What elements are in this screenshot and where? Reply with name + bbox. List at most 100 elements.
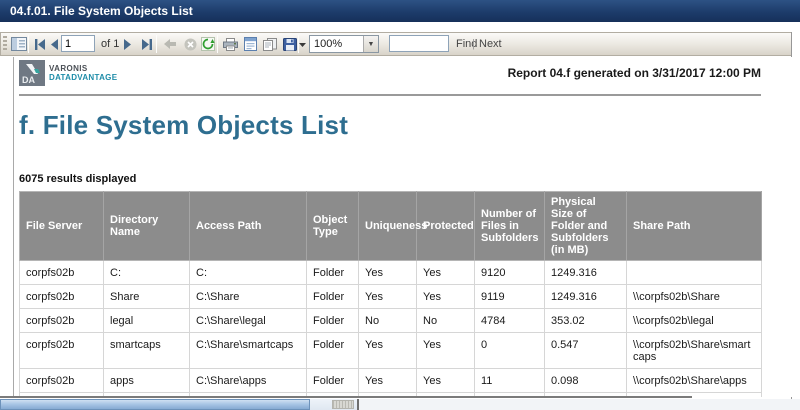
table-cell: Yes: [416, 284, 475, 309]
table-cell: legal: [103, 308, 190, 333]
brand-product: DATADVANTAGE: [49, 73, 118, 82]
table-cell: \\corpfs02b\Share\smartcaps: [626, 332, 762, 369]
table-cell: Yes: [358, 260, 417, 285]
export-save-button[interactable]: [280, 33, 308, 55]
print-layout-button[interactable]: [240, 33, 260, 55]
page-of-label: of 1: [101, 38, 120, 50]
next-link[interactable]: Next: [479, 33, 502, 55]
next-page-button[interactable]: [121, 33, 135, 55]
svg-text:DA: DA: [22, 75, 35, 85]
table-cell: apps: [103, 368, 190, 393]
zoom-select[interactable]: 100% ▼: [309, 35, 379, 53]
parameters-toggle-button[interactable]: [9, 33, 29, 55]
table-cell: C:\Share: [189, 284, 307, 309]
column-header: Object Type: [306, 191, 359, 261]
toolbar-separator: [28, 35, 29, 53]
table-cell: No: [416, 308, 475, 333]
table-cell: 0.547: [544, 332, 627, 369]
table-cell: 4784: [474, 308, 545, 333]
table-cell: [626, 260, 762, 285]
column-header: Directory Name: [103, 191, 190, 261]
brand-name: VARONIS: [49, 64, 88, 73]
last-page-button[interactable]: [138, 33, 154, 55]
stop-button[interactable]: [180, 33, 200, 55]
column-header: Protected: [416, 191, 475, 261]
table-cell: 0: [474, 332, 545, 369]
table-cell: Yes: [416, 368, 475, 393]
table-cell: 353.02: [544, 308, 627, 333]
window-title: 04.f.01. File System Objects List: [0, 0, 800, 22]
table-cell: 1249.316: [544, 260, 627, 285]
page-setup-icon: [262, 37, 277, 51]
print-layout-icon: [243, 37, 257, 51]
previous-page-button[interactable]: [47, 33, 61, 55]
table-row: corpfs02b C: C: Folder Yes Yes 9120 1249.316: [19, 260, 762, 285]
refresh-button[interactable]: [198, 33, 218, 55]
back-icon: [164, 39, 176, 49]
table-cell: 11: [474, 368, 545, 393]
table-cell: Folder: [306, 332, 359, 369]
stop-icon: [184, 38, 196, 50]
table-cell: 9120: [474, 260, 545, 285]
report-title: f. File System Objects List: [19, 110, 349, 140]
back-button[interactable]: [160, 33, 180, 55]
table-cell: Yes: [358, 368, 417, 393]
horizontal-scrollbar[interactable]: [0, 399, 800, 410]
find-search-input[interactable]: [389, 35, 449, 52]
header-divider: [19, 94, 761, 96]
table-cell: corpfs02b: [19, 368, 104, 393]
column-header: Physical Size of Folder and Subfolders (…: [544, 191, 627, 261]
results-count: 6075 results displayed: [19, 173, 137, 185]
table-cell: C:: [189, 260, 307, 285]
dropdown-caret-icon: [298, 42, 306, 47]
report-page: DA VARONIS DATADVANTAGE Report 04.f gene…: [13, 57, 792, 397]
previous-page-icon: [51, 38, 58, 50]
scrollbar-divider: [357, 399, 359, 410]
parameters-panel-icon: [11, 37, 27, 51]
column-header: Uniqueness: [358, 191, 427, 261]
scrollbar-gripper[interactable]: [332, 400, 354, 409]
table-cell: Folder: [306, 368, 359, 393]
table-cell: corpfs02b: [19, 308, 104, 333]
scrollbar-thumb[interactable]: [0, 399, 310, 410]
print-icon: [222, 37, 238, 51]
table-row: corpfs02b smartcaps C:\Share\smartcaps Fold…: [19, 332, 762, 369]
zoom-value: 100%: [314, 38, 343, 50]
table-header-row: File Server Directory Name Access Path Obje…: [19, 191, 762, 261]
page-setup-button[interactable]: [260, 33, 280, 55]
table-cell: No: [358, 308, 417, 333]
table-cell: 9119: [474, 284, 545, 309]
table-cell: Share: [103, 284, 190, 309]
table-cell: 0.098: [544, 368, 627, 393]
table-cell: corpfs02b: [19, 284, 104, 309]
print-button[interactable]: [220, 33, 240, 55]
first-page-button[interactable]: [32, 33, 48, 55]
export-save-icon: [282, 37, 297, 51]
table-row: corpfs02b legal C:\Share\legal Folder No No 47…: [19, 308, 762, 333]
table-row: corpfs02b Share C:\Share Folder Yes Yes 9119 12…: [19, 284, 762, 309]
table-cell: \\corpfs02b\legal: [626, 308, 762, 333]
find-next-separator: |: [472, 38, 475, 50]
toolbar-separator: [217, 35, 218, 53]
table-cell: Folder: [306, 260, 359, 285]
zoom-caret-button[interactable]: ▼: [363, 36, 378, 52]
column-header: File Server: [19, 191, 104, 261]
column-header: Share Path: [626, 191, 762, 261]
refresh-icon: [201, 37, 215, 51]
table-cell: Yes: [416, 260, 475, 285]
table-cell: corpfs02b: [19, 260, 104, 285]
table-cell: corpfs02b: [19, 332, 104, 369]
toolbar-separator: [156, 35, 157, 53]
table-cell: \\corpfs02b\Share: [626, 284, 762, 309]
table-cell: Folder: [306, 284, 359, 309]
last-page-icon: [141, 38, 152, 50]
table-cell: \\corpfs02b\Share\apps: [626, 368, 762, 393]
table-cell: Yes: [358, 332, 417, 369]
toolbar-grip[interactable]: [3, 36, 7, 52]
next-page-icon: [124, 38, 131, 50]
report-header: DA VARONIS DATADVANTAGE Report 04.f gene…: [19, 60, 761, 94]
table-cell: Folder: [306, 308, 359, 333]
column-header: Access Path: [189, 191, 307, 261]
table-cell: Yes: [358, 284, 417, 309]
page-number-input[interactable]: [61, 35, 95, 52]
